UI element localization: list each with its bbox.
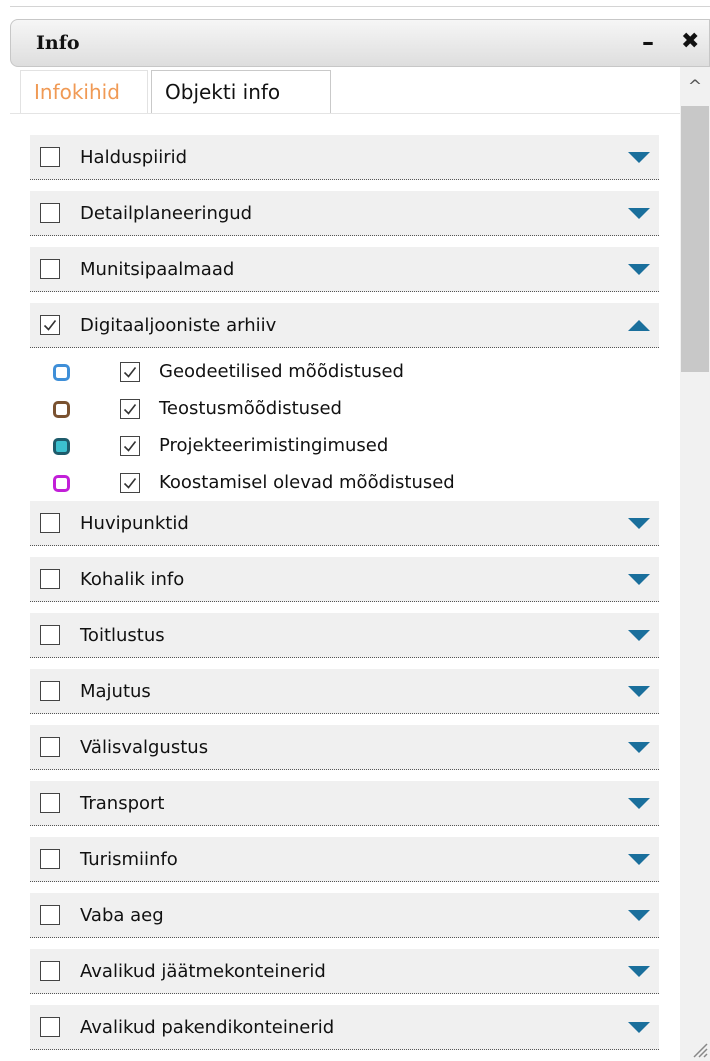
layer-row[interactable]: Avalikud jäätmekonteinerid — [30, 949, 659, 994]
expand-arrow-icon[interactable] — [628, 574, 650, 585]
layer-checkbox[interactable] — [40, 147, 60, 167]
resize-grip-icon[interactable] — [690, 1040, 708, 1058]
scroll-thumb[interactable] — [681, 106, 709, 372]
layer-checkbox[interactable] — [40, 905, 60, 925]
sublayer-checkbox[interactable] — [120, 473, 140, 493]
top-divider — [10, 6, 710, 7]
legend-marker-icon — [53, 438, 70, 455]
panel-title: Info — [36, 32, 80, 54]
layer-label: Digitaaljooniste arhiiv — [80, 315, 277, 336]
layer-label: Avalikud jäätmekonteinerid — [80, 961, 326, 982]
minimize-button[interactable]: – — [642, 30, 654, 54]
sublayer-label: Geodeetilised mõõdistused — [159, 361, 404, 382]
layer-checkbox[interactable] — [40, 315, 60, 335]
expand-arrow-icon[interactable] — [628, 686, 650, 697]
layer-label: Halduspiirid — [80, 147, 188, 168]
layer-label: Kohalik info — [80, 569, 185, 590]
layer-row[interactable]: Avalikud pakendikonteinerid — [30, 1005, 659, 1050]
sublayer-item: Projekteerimistingimused — [53, 431, 653, 461]
expand-arrow-icon[interactable] — [628, 208, 650, 219]
sublayer-item: Koostamisel olevad mõõdistused — [53, 468, 653, 498]
panel-header: Info – ✖ — [10, 19, 710, 67]
layer-checkbox[interactable] — [40, 681, 60, 701]
legend-marker-icon — [53, 475, 70, 492]
layer-label: Transport — [80, 793, 165, 814]
layer-checkbox[interactable] — [40, 625, 60, 645]
tab-divider — [10, 113, 680, 114]
layer-checkbox[interactable] — [40, 849, 60, 869]
layer-row[interactable]: Munitsipaalmaad — [30, 247, 659, 292]
layer-label: Munitsipaalmaad — [80, 259, 235, 280]
scroll-up-icon[interactable]: ^ — [680, 77, 710, 103]
layer-label: Turismiinfo — [80, 849, 178, 870]
layer-label: Majutus — [80, 681, 151, 702]
expand-arrow-icon[interactable] — [628, 1022, 650, 1033]
layer-checkbox[interactable] — [40, 259, 60, 279]
layer-label: Detailplaneeringud — [80, 203, 253, 224]
layer-label: Toitlustus — [80, 625, 165, 646]
layer-row[interactable]: Turismiinfo — [30, 837, 659, 882]
layer-row[interactable]: Huvipunktid — [30, 501, 659, 546]
sublayer-item: Teostusmõõdistused — [53, 394, 653, 424]
layer-row[interactable]: Vaba aeg — [30, 893, 659, 938]
collapse-arrow-icon[interactable] — [628, 320, 650, 331]
layer-row[interactable]: Detailplaneeringud — [30, 191, 659, 236]
layer-checkbox[interactable] — [40, 203, 60, 223]
expand-arrow-icon[interactable] — [628, 518, 650, 529]
sublayer-checkbox[interactable] — [120, 362, 140, 382]
expand-arrow-icon[interactable] — [628, 798, 650, 809]
layer-row[interactable]: Transport — [30, 781, 659, 826]
layer-checkbox[interactable] — [40, 569, 60, 589]
expand-arrow-icon[interactable] — [628, 966, 650, 977]
expand-arrow-icon[interactable] — [628, 910, 650, 921]
close-button[interactable]: ✖ — [681, 30, 699, 54]
sublayer-label: Koostamisel olevad mõõdistused — [159, 472, 455, 493]
layer-checkbox[interactable] — [40, 513, 60, 533]
expand-arrow-icon[interactable] — [628, 152, 650, 163]
vertical-scrollbar[interactable]: ^ — [680, 67, 710, 1061]
layer-row[interactable]: Majutus — [30, 669, 659, 714]
expand-arrow-icon[interactable] — [628, 264, 650, 275]
legend-marker-icon — [53, 364, 70, 381]
layer-checkbox[interactable] — [40, 961, 60, 981]
sublayer-label: Projekteerimistingimused — [159, 435, 389, 456]
sublayer-checkbox[interactable] — [120, 399, 140, 419]
layer-label: Huvipunktid — [80, 513, 189, 534]
expand-arrow-icon[interactable] — [628, 630, 650, 641]
layer-label: Avalikud pakendikonteinerid — [80, 1017, 335, 1038]
tab-infokihid[interactable]: Infokihid — [20, 70, 148, 114]
expand-arrow-icon[interactable] — [628, 854, 650, 865]
layer-label: Vaba aeg — [80, 905, 164, 926]
layer-row[interactable]: Kohalik info — [30, 557, 659, 602]
layer-row[interactable]: Digitaaljooniste arhiiv — [30, 303, 659, 348]
layer-checkbox[interactable] — [40, 793, 60, 813]
tab-objekti-info[interactable]: Objekti info — [151, 70, 331, 114]
sublayer-label: Teostusmõõdistused — [159, 398, 342, 419]
layer-row[interactable]: Toitlustus — [30, 613, 659, 658]
expand-arrow-icon[interactable] — [628, 742, 650, 753]
layer-row[interactable]: Halduspiirid — [30, 135, 659, 180]
layer-checkbox[interactable] — [40, 1017, 60, 1037]
sublayer-item: Geodeetilised mõõdistused — [53, 357, 653, 387]
layer-row[interactable]: Välisvalgustus — [30, 725, 659, 770]
legend-marker-icon — [53, 401, 70, 418]
sublayer-checkbox[interactable] — [120, 436, 140, 456]
layer-checkbox[interactable] — [40, 737, 60, 757]
layer-label: Välisvalgustus — [80, 737, 209, 758]
